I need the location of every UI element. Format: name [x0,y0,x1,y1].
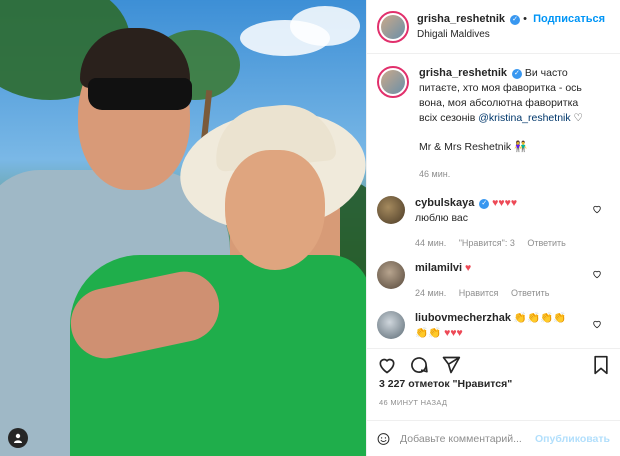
caption-heart: ♡ [573,112,583,124]
location-link[interactable]: Dhigali Maldives [417,27,605,42]
publish-button[interactable]: Опубликовать [535,433,610,445]
commenter-username[interactable]: liubovmecherzhak [415,312,511,324]
tagged-users-icon[interactable] [8,428,28,448]
commenter-username[interactable]: milamilvi [415,262,462,274]
woman-face [225,150,325,270]
comment-likes[interactable]: Нравится [459,288,499,298]
likes-count[interactable]: 3 227 отметок "Нравится" [379,378,512,390]
caption: grisha_reshetnik ✓ Ви часто питаєте, хто… [377,66,610,182]
author-avatar[interactable] [377,10,409,43]
verified-icon: ✓ [510,14,521,25]
comment-likes[interactable]: "Нравится": 3 [459,238,515,248]
comment-time[interactable]: 24 мин. [415,288,446,298]
caption-time: 46 мин. [419,169,451,179]
comment-input[interactable] [400,432,536,445]
commenter-avatar[interactable] [377,196,405,224]
comment-text: 👏👏 [415,327,442,339]
verified-icon: ✓ [479,199,490,209]
sunglasses [88,78,192,110]
comment-hearts: ♥♥♥♥ [492,197,518,209]
reply-button[interactable]: Ответить [527,238,565,248]
comment-text: люблю вас [415,212,469,224]
like-comment-icon[interactable] [592,269,602,279]
like-comment-icon[interactable] [592,204,602,214]
add-comment-bar: Опубликовать [367,420,620,456]
caption-mention[interactable]: @kristina_reshetnik [478,112,570,124]
comment-hearts: ♥ [465,262,472,274]
share-icon[interactable] [441,355,461,375]
comment-text: 👏👏👏👏 [513,312,567,324]
comment-item: liubovmecherzhak 👏👏👏👏 👏👏 ♥♥♥ [377,311,610,341]
post-sidebar: grisha_reshetnik ✓ • Подписаться Dhigali… [366,0,620,456]
comment-time[interactable]: 44 мин. [415,238,446,248]
comment-item: milamilvi ♥ 24 мин. Нравится Ответить [377,261,610,301]
reply-button[interactable]: Ответить [511,288,549,298]
comment-item: cybulskaya ✓ ♥♥♥♥ люблю вас 44 мин. "Нра… [377,196,610,251]
comment-icon[interactable] [409,355,429,375]
post-actions [367,348,620,376]
author-username[interactable]: grisha_reshetnik [417,13,505,25]
comments-list[interactable]: grisha_reshetnik ✓ Ви часто питаєте, хто… [367,60,620,348]
commenter-avatar[interactable] [377,311,405,339]
caption-username[interactable]: grisha_reshetnik [419,67,507,79]
commenter-username[interactable]: cybulskaya [415,197,474,209]
cloud [290,6,360,46]
post-timestamp[interactable]: 46 МИНУТ НАЗАД [379,398,447,407]
bookmark-icon[interactable] [592,355,610,375]
emoji-icon[interactable] [377,430,390,448]
caption-extra: Mr & Mrs Reshetnik 👫 [419,141,528,153]
post-photo[interactable] [0,0,366,456]
author-avatar[interactable] [377,66,409,98]
like-heart-icon[interactable] [377,355,397,375]
like-comment-icon[interactable] [592,319,602,329]
comment-hearts: ♥♥♥ [444,327,463,339]
post-header: grisha_reshetnik ✓ • Подписаться Dhigali… [367,0,620,54]
verified-icon: ✓ [511,69,522,79]
follow-button[interactable]: Подписаться [533,13,605,25]
commenter-avatar[interactable] [377,261,405,289]
